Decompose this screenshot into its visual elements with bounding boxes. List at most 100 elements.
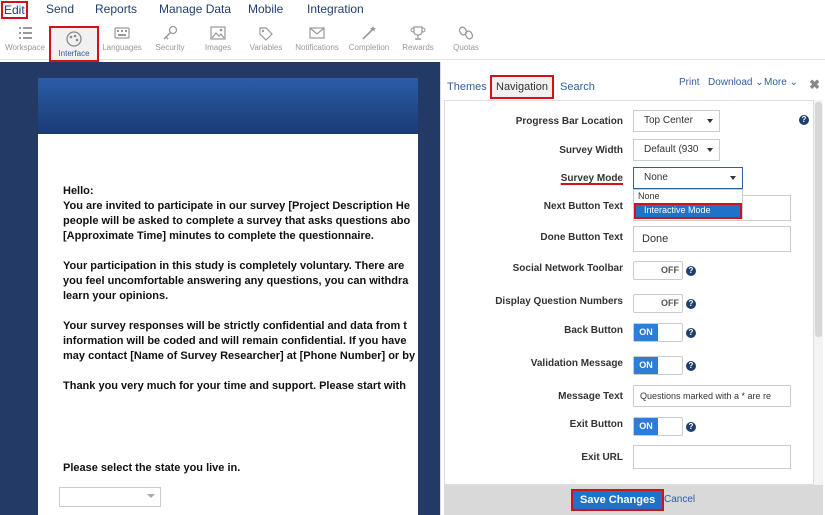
toggle-on-label: ON	[634, 357, 658, 374]
progress-bar-location-value: Top Center	[644, 115, 693, 126]
chevron-down-icon	[707, 119, 713, 123]
menu-reports[interactable]: Reports	[95, 2, 137, 16]
state-select[interactable]	[59, 487, 161, 507]
back-button-label: Back Button	[564, 325, 623, 336]
toolbar-variables[interactable]: Variables	[242, 22, 290, 60]
settings-panel: Themes Navigation Search Print Download …	[440, 62, 825, 515]
more-menu[interactable]: More ⌄	[764, 77, 798, 88]
survey-intro: Hello: You are invited to participate in…	[38, 134, 418, 394]
progress-bar-location-label: Progress Bar Location	[515, 116, 623, 127]
survey-width-label: Survey Width	[559, 145, 623, 156]
panel-footer: Save Changes Cancel	[444, 485, 823, 515]
intro-paragraph: Your survey responses will be strictly c…	[63, 319, 418, 364]
intro-greeting-paragraph: Hello: You are invited to participate in…	[63, 184, 418, 244]
exit-url-input[interactable]	[633, 445, 791, 469]
panel-tabs: Themes Navigation Search Print Download …	[441, 62, 825, 100]
toolbar-label: Interface	[58, 49, 90, 58]
toolbar-completion[interactable]: Completion	[345, 22, 393, 60]
help-icon[interactable]: ?	[686, 299, 696, 309]
toolbar-quotas[interactable]: Quotas	[442, 22, 490, 60]
toggle-off-label: OFF	[661, 265, 679, 275]
option-none[interactable]: None	[634, 190, 742, 203]
survey-width-value: Default (930	[644, 144, 699, 155]
message-text-input[interactable]: Questions marked with a * are re	[633, 385, 791, 407]
toolbar-label: Security	[155, 43, 185, 52]
toolbar: Workspace Interface Languages Security I…	[0, 20, 825, 62]
chevron-down-icon: ⌄	[755, 77, 764, 88]
image-icon	[210, 26, 226, 40]
workspace-icon	[19, 27, 32, 39]
help-icon[interactable]: ?	[686, 266, 696, 276]
done-button-text-label: Done Button Text	[540, 232, 623, 243]
print-link[interactable]: Print	[679, 77, 700, 88]
menu-send[interactable]: Send	[46, 2, 74, 16]
progress-bar-location-select[interactable]: Top Center	[633, 110, 720, 132]
intro-line: you feel uncomfortable answering any que…	[63, 275, 409, 287]
scrollbar-thumb[interactable]	[815, 102, 822, 337]
done-button-text-input[interactable]: Done	[633, 226, 791, 252]
intro-line: learn your opinions.	[63, 290, 169, 302]
toolbar-images[interactable]: Images	[194, 22, 242, 60]
chain-icon	[458, 26, 474, 40]
tab-themes[interactable]: Themes	[447, 81, 487, 93]
exit-button-toggle[interactable]: ON	[633, 417, 683, 436]
toolbar-label: Completion	[348, 43, 390, 52]
toolbar-rewards[interactable]: Rewards	[394, 22, 442, 60]
display-question-numbers-toggle[interactable]: OFF	[633, 294, 683, 313]
intro-line: [Approximate Time] minutes to complete t…	[63, 230, 374, 242]
tag-icon	[259, 27, 273, 41]
survey-banner	[38, 78, 418, 134]
help-icon[interactable]: ?	[686, 328, 696, 338]
navigation-form: Progress Bar Location Top Center ? Surve…	[444, 100, 814, 485]
intro-line: Your survey responses will be strictly c…	[63, 320, 407, 332]
intro-line: information will be coded and will remai…	[63, 335, 407, 347]
toolbar-interface[interactable]: Interface	[49, 26, 99, 62]
menu-edit[interactable]: Edit	[1, 1, 28, 19]
toolbar-label: Languages	[102, 43, 142, 52]
toolbar-label: Images	[204, 43, 232, 52]
close-icon[interactable]: ✖	[809, 77, 820, 93]
intro-paragraph: Thank you very much for your time and su…	[63, 379, 418, 394]
cancel-link[interactable]: Cancel	[664, 494, 695, 505]
toolbar-label: Notifications	[295, 43, 339, 52]
chevron-down-icon: ⌄	[789, 77, 798, 88]
toggle-on-label: ON	[634, 418, 658, 435]
tab-navigation[interactable]: Navigation	[490, 75, 554, 99]
menu-manage-data[interactable]: Manage Data	[159, 2, 231, 16]
chevron-down-icon	[147, 494, 155, 498]
option-interactive-mode[interactable]: Interactive Mode	[634, 203, 742, 219]
key-icon	[163, 25, 178, 40]
toolbar-languages[interactable]: Languages	[98, 22, 146, 60]
help-icon[interactable]: ?	[686, 361, 696, 371]
validation-message-label: Validation Message	[530, 358, 623, 369]
keyboard-icon	[114, 27, 130, 39]
toolbar-security[interactable]: Security	[146, 22, 194, 60]
menu-mobile[interactable]: Mobile	[248, 2, 283, 16]
intro-line: Your participation in this study is comp…	[63, 260, 405, 272]
save-changes-button[interactable]: Save Changes	[571, 489, 665, 511]
validation-message-toggle[interactable]: ON	[633, 356, 683, 375]
menu-integration[interactable]: Integration	[307, 2, 364, 16]
trophy-icon	[410, 26, 426, 40]
palette-icon	[66, 31, 82, 47]
intro-paragraph: Your participation in this study is comp…	[63, 259, 418, 304]
survey-mode-select[interactable]: None	[633, 167, 743, 189]
toolbar-label: Quotas	[453, 43, 479, 52]
social-network-toolbar-label: Social Network Toolbar	[512, 263, 623, 274]
help-icon[interactable]: ?	[799, 115, 809, 125]
next-button-text-label: Next Button Text	[543, 201, 623, 212]
survey-width-select[interactable]: Default (930	[633, 139, 720, 161]
social-network-toolbar-toggle[interactable]: OFF	[633, 261, 683, 280]
intro-line: people will be asked to complete a surve…	[63, 215, 411, 227]
toolbar-label: Workspace	[5, 43, 45, 52]
toolbar-notifications[interactable]: Notifications	[291, 22, 343, 60]
download-menu[interactable]: Download ⌄	[708, 77, 764, 88]
panel-scrollbar[interactable]	[814, 100, 823, 485]
toolbar-workspace[interactable]: Workspace	[1, 22, 49, 60]
back-button-toggle[interactable]: ON	[633, 323, 683, 342]
tab-search[interactable]: Search	[560, 81, 595, 93]
intro-line: Thank you very much for your time and su…	[63, 380, 406, 392]
toggle-on-label: ON	[634, 324, 658, 341]
help-icon[interactable]: ?	[686, 422, 696, 432]
download-label: Download	[708, 77, 753, 88]
